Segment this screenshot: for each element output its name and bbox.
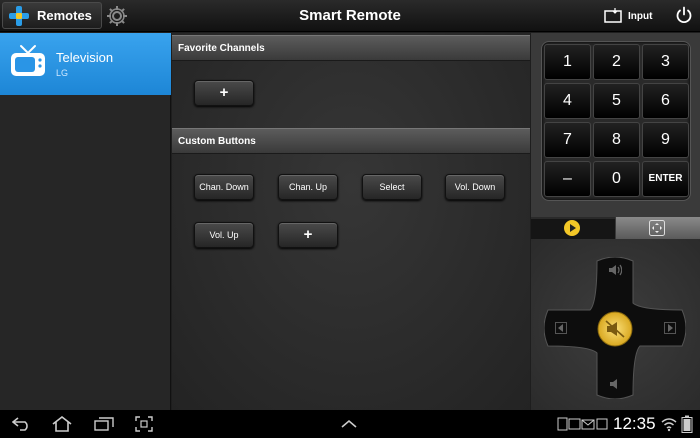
main-panel: Favorite Channels + Custom Buttons Chan.… <box>172 33 530 410</box>
chevron-up-icon[interactable] <box>340 419 358 429</box>
input-button[interactable]: Input <box>604 5 652 27</box>
action-bar: Remotes Smart Remote Input <box>0 0 700 32</box>
custom-button-vol-up[interactable]: Vol. Up <box>194 222 254 248</box>
favorite-channels-header: Favorite Channels <box>172 35 530 61</box>
arrow-right-icon[interactable] <box>664 322 676 334</box>
remote-list: Television LG <box>0 33 171 410</box>
battery-icon <box>681 415 693 433</box>
device-name: Television <box>56 50 114 65</box>
television-icon <box>11 45 45 76</box>
key-9[interactable]: 9 <box>642 122 689 158</box>
arrow-left-icon[interactable] <box>555 322 567 334</box>
custom-button-select[interactable]: Select <box>362 174 422 200</box>
key-1[interactable]: 1 <box>544 44 591 80</box>
add-custom-button[interactable]: + <box>278 222 338 248</box>
volume-down-icon[interactable] <box>608 377 622 391</box>
remotes-label: Remotes <box>37 8 92 23</box>
key-4[interactable]: 4 <box>544 83 591 119</box>
key-0[interactable]: 0 <box>593 161 640 197</box>
device-item-television[interactable]: Television LG <box>0 33 171 95</box>
key-3[interactable]: 3 <box>642 44 689 80</box>
gear-icon[interactable] <box>105 4 129 28</box>
key-5[interactable]: 5 <box>593 83 640 119</box>
notification-icons <box>557 417 608 431</box>
custom-button-chan-up[interactable]: Chan. Up <box>278 174 338 200</box>
key-dash[interactable]: – <box>544 161 591 197</box>
input-source-icon <box>604 8 622 23</box>
number-keypad: 1 2 3 4 5 6 7 8 9 – 0 ENTER <box>541 41 691 201</box>
dpad-icon <box>649 220 665 236</box>
device-brand: LG <box>56 68 69 78</box>
key-7[interactable]: 7 <box>544 122 591 158</box>
volume-up-icon[interactable] <box>608 263 622 277</box>
recent-apps-icon[interactable] <box>94 417 114 431</box>
status-clock: 12:35 <box>613 414 656 433</box>
key-enter[interactable]: ENTER <box>642 161 689 197</box>
input-label: Input <box>628 10 653 22</box>
system-navigation-bar: 12:35 <box>0 410 700 438</box>
screenshot-icon[interactable] <box>135 416 153 432</box>
back-icon[interactable] <box>12 417 32 431</box>
remotes-button[interactable]: Remotes <box>2 2 102 29</box>
control-mode-tabs <box>531 217 700 239</box>
add-favorite-channel-button[interactable]: + <box>194 80 254 106</box>
mute-button[interactable] <box>597 311 633 347</box>
wifi-icon <box>661 418 677 432</box>
play-icon <box>564 220 580 236</box>
custom-button-chan-down[interactable]: Chan. Down <box>194 174 254 200</box>
key-6[interactable]: 6 <box>642 83 689 119</box>
key-8[interactable]: 8 <box>593 122 640 158</box>
volume-control-area <box>531 239 700 410</box>
control-panel: 1 2 3 4 5 6 7 8 9 – 0 ENTER <box>531 33 700 410</box>
custom-buttons-header: Custom Buttons <box>172 128 530 154</box>
key-2[interactable]: 2 <box>593 44 640 80</box>
home-icon[interactable] <box>52 416 72 432</box>
power-icon[interactable] <box>675 6 693 24</box>
app-title: Smart Remote <box>299 7 401 24</box>
app-logo-icon <box>9 5 29 26</box>
custom-button-vol-down[interactable]: Vol. Down <box>445 174 505 200</box>
